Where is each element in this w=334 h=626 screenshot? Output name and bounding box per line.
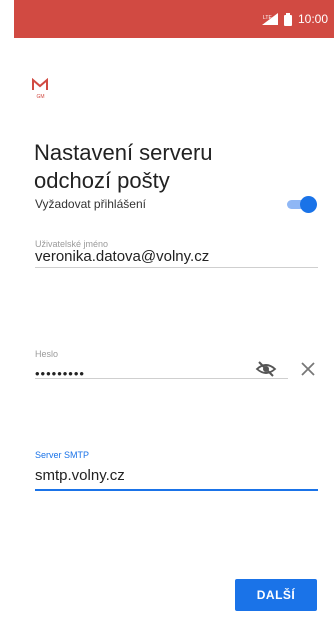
- username-underline: [35, 267, 318, 268]
- status-icons: LTE 10:00: [261, 12, 328, 26]
- page-title: Nastavení serveru odchozí pošty: [34, 140, 213, 193]
- visibility-off-icon[interactable]: [255, 360, 277, 378]
- password-label: Heslo: [35, 349, 59, 359]
- status-bar: LTE 10:00: [14, 0, 334, 38]
- status-time: 10:00: [297, 12, 328, 26]
- require-login-toggle[interactable]: [287, 195, 317, 213]
- next-button[interactable]: DALŠÍ: [235, 579, 317, 611]
- smtp-server-field[interactable]: smtp.volny.cz: [35, 467, 125, 484]
- require-login-label: Vyžadovat přihlášení: [35, 197, 146, 211]
- toggle-thumb: [300, 196, 317, 213]
- username-field[interactable]: veronika.datova@volny.cz: [35, 248, 209, 265]
- gmail-logo-icon: GM: [32, 78, 48, 100]
- svg-text:GM: GM: [37, 94, 45, 100]
- clear-password-icon[interactable]: [299, 360, 317, 378]
- smtp-server-label: Server SMTP: [35, 450, 90, 460]
- svg-text:LTE: LTE: [263, 15, 272, 21]
- signal-icon: LTE: [261, 13, 278, 25]
- battery-icon: [283, 12, 292, 26]
- smtp-server-underline: [35, 489, 318, 491]
- password-underline: [35, 378, 288, 379]
